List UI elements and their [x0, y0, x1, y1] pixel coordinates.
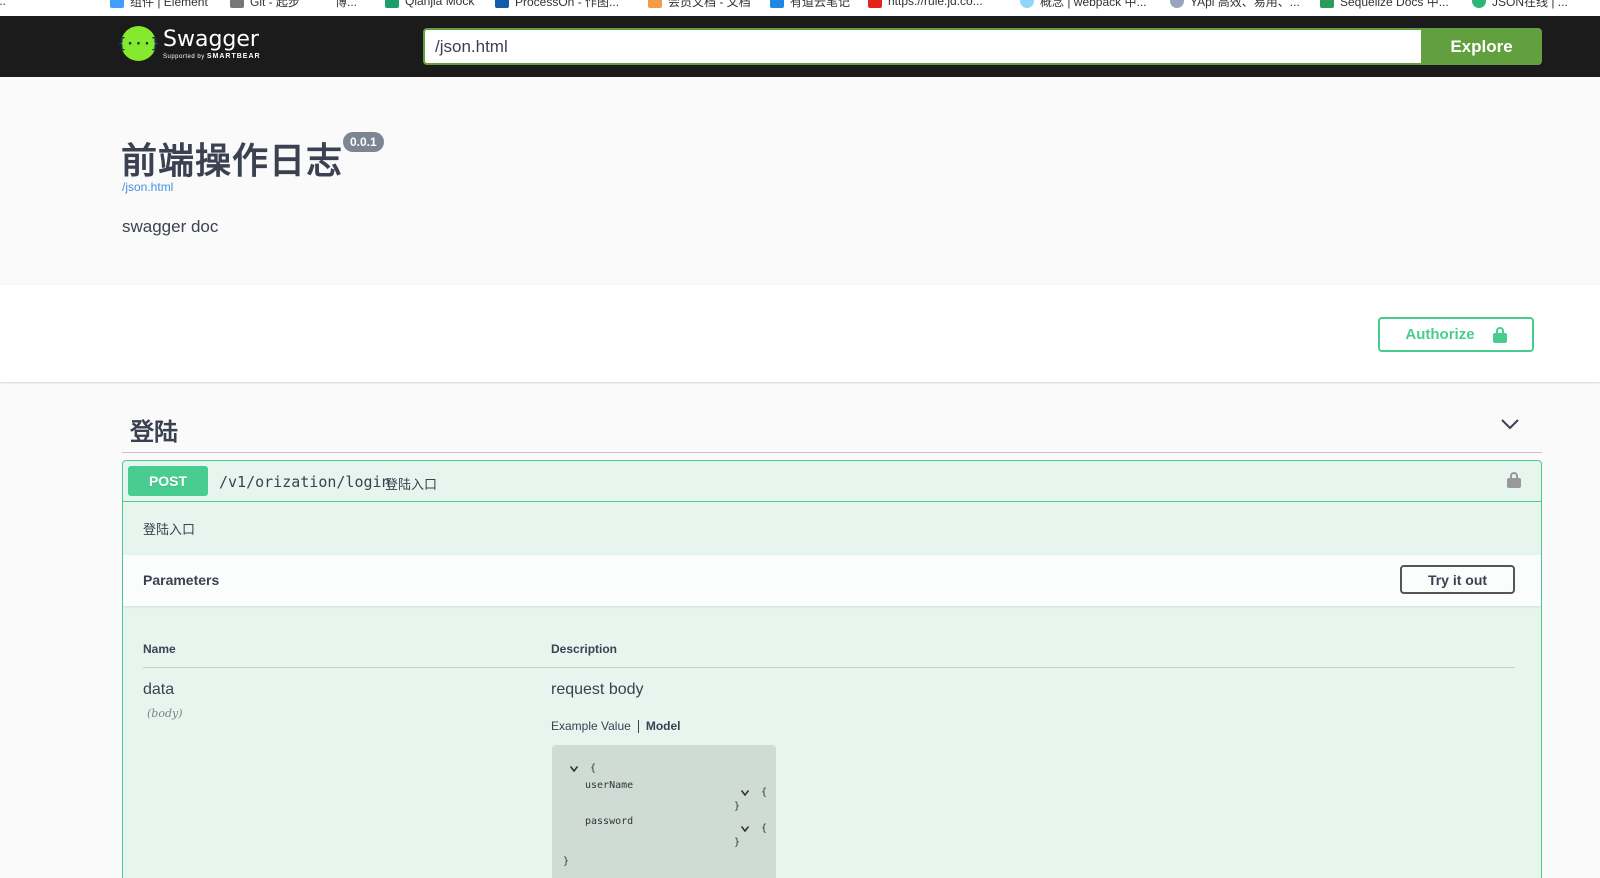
bookmark-label: 组件 | Element: [130, 0, 208, 9]
lock-icon: [1492, 326, 1507, 343]
operation-summary-text: 登陆入口: [385, 477, 438, 492]
example-model-tabs: Example Value Model: [551, 719, 681, 733]
bookmark-label: 会员文档 - 文档: [668, 0, 751, 9]
model-close-brace: }: [563, 856, 570, 867]
bookmark-item[interactable]: 会员文档 - 文档: [648, 0, 751, 9]
git-favicon-icon: [230, 0, 244, 8]
bookmark-item[interactable]: JSON在线 | ...: [1472, 0, 1568, 9]
docs-favicon-icon: [648, 0, 662, 8]
parameter-description: request body: [551, 681, 644, 698]
sequelize-favicon-icon: [1320, 0, 1334, 8]
bookmark-label: 有道云笔记: [790, 0, 851, 9]
column-divider: [143, 667, 1515, 668]
bookmark-item[interactable]: ...: [0, 0, 6, 9]
webpack-favicon-icon: [1020, 0, 1034, 8]
bookmark-item[interactable]: https://rule.jd.co...: [868, 0, 983, 9]
operation-path: /v1/orization/login: [219, 473, 391, 491]
element-favicon-icon: [110, 0, 124, 8]
tab-example-value[interactable]: Example Value: [551, 719, 631, 733]
json-favicon-icon: [1472, 0, 1486, 8]
column-header-description: Description: [551, 642, 618, 656]
tag-title: 登陆: [130, 418, 178, 446]
bookmarks-bar: ... 组件 | Element Git - 起步 博... Qianjia M…: [0, 0, 1600, 16]
operation-description: 登陆入口: [143, 522, 196, 537]
bookmark-item[interactable]: Git - 起步: [230, 0, 300, 9]
caret-down-icon[interactable]: [741, 790, 749, 796]
field-close-brace: }: [734, 837, 741, 848]
tab-model[interactable]: Model: [646, 719, 681, 733]
try-it-out-button[interactable]: Try it out: [1400, 565, 1515, 594]
bookmark-label: 概念 | webpack 中...: [1040, 0, 1147, 9]
field-close-brace: }: [734, 801, 741, 812]
bookmark-label: ...: [0, 0, 7, 8]
logo-sub-prefix: Supported by: [163, 53, 207, 60]
version-badge: 0.0.1: [343, 132, 384, 152]
parameter-location: (body): [147, 707, 183, 720]
bookmark-label: 博...: [335, 0, 358, 9]
api-description: swagger doc: [122, 217, 219, 236]
jd-favicon-icon: [868, 0, 882, 8]
model-open-brace: {: [590, 763, 597, 774]
spec-url-input[interactable]: [423, 28, 1421, 65]
bookmark-label: YApi 高效、易用、...: [1190, 0, 1300, 9]
model-field-name: userName: [585, 780, 634, 791]
bookmark-item[interactable]: 有道云笔记: [770, 0, 850, 9]
caret-down-icon[interactable]: [570, 766, 578, 772]
bookmark-label: JSON在线 | ...: [1492, 0, 1568, 9]
chevron-down-icon[interactable]: [1500, 417, 1520, 431]
authorize-label: Authorize: [1405, 326, 1475, 343]
bookmark-label: Git - 起步: [250, 0, 300, 9]
caret-down-icon[interactable]: [741, 826, 749, 832]
spec-link[interactable]: /json.html: [122, 180, 173, 194]
authorize-button[interactable]: Authorize: [1378, 317, 1534, 352]
bookmark-item[interactable]: 博...: [335, 0, 357, 9]
processon-favicon-icon: [495, 0, 509, 8]
parameter-name: data: [143, 681, 175, 698]
operation-summary[interactable]: POST /v1/orization/login 登陆入口: [123, 461, 1541, 502]
swagger-topbar: {···} Swagger Supported by SMARTBEAR Exp…: [0, 16, 1600, 77]
logo-title: Swagger: [163, 26, 259, 52]
scheme-container: Authorize: [0, 285, 1600, 382]
operation-block-post: POST /v1/orization/login 登陆入口 登陆入口 Param…: [122, 460, 1542, 878]
mock-favicon-icon: [385, 0, 399, 8]
swagger-logo-icon: {···}: [117, 26, 160, 61]
logo-text: Swagger Supported by SMARTBEAR: [163, 26, 261, 60]
bookmark-item[interactable]: 组件 | Element: [110, 0, 208, 9]
logo-subtitle: Supported by SMARTBEAR: [163, 53, 261, 60]
swagger-logo[interactable]: {···} Swagger Supported by SMARTBEAR: [117, 26, 261, 61]
bookmark-item[interactable]: ProcessOn - 作图...: [495, 0, 619, 9]
tag-section-header[interactable]: 登陆: [122, 403, 1542, 453]
operation-lock-icon[interactable]: [1507, 472, 1521, 488]
bookmark-label: https://rule.jd.co...: [888, 0, 983, 8]
bookmark-label: ProcessOn - 作图...: [515, 0, 620, 9]
bookmark-item[interactable]: 概念 | webpack 中...: [1020, 0, 1146, 9]
parameters-header: Parameters Try it out: [123, 555, 1541, 606]
bookmark-item[interactable]: Qianjia Mock: [385, 0, 474, 9]
bookmark-item[interactable]: YApi 高效、易用、...: [1170, 0, 1300, 9]
bookmark-label: Qianjia Mock: [405, 0, 475, 8]
tab-separator: [637, 719, 639, 733]
youdao-favicon-icon: [770, 0, 784, 8]
method-badge: POST: [128, 466, 208, 496]
field-open-brace: {: [761, 823, 768, 834]
bookmark-label: Sequelize Docs 中...: [1340, 0, 1449, 9]
yapi-favicon-icon: [1170, 0, 1184, 8]
model-box: { userName { } password { } }: [552, 745, 776, 878]
field-open-brace: {: [761, 787, 768, 798]
api-title: 前端操作日志: [121, 141, 344, 182]
logo-sub-brand: SMARTBEAR: [206, 52, 261, 60]
column-header-name: Name: [143, 642, 176, 656]
explore-button[interactable]: Explore: [1421, 28, 1542, 65]
model-field-name: password: [585, 816, 634, 827]
parameters-title: Parameters: [143, 572, 220, 588]
bookmark-item[interactable]: Sequelize Docs 中...: [1320, 0, 1449, 9]
